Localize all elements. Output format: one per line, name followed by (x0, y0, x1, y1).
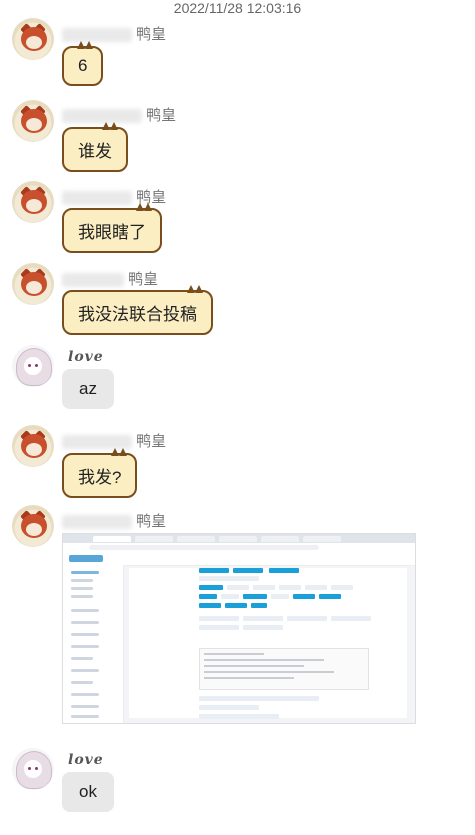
cat-avatar[interactable] (12, 425, 54, 467)
message-bubble[interactable]: 我发? (62, 448, 138, 498)
cat-ear-decoration (111, 448, 128, 457)
logo (69, 555, 103, 562)
cat-ear-decoration (136, 203, 152, 212)
cat-avatar[interactable] (12, 505, 54, 547)
upload-form (129, 568, 407, 719)
message-text: 我眼瞎了 (78, 223, 146, 242)
redacted-name (62, 28, 132, 43)
cat-ear-decoration (102, 122, 118, 131)
anime-girl-avatar[interactable] (12, 748, 54, 790)
sidebar (63, 565, 124, 723)
message-bubble[interactable]: az (62, 369, 114, 409)
message-bubble[interactable]: 6 (62, 41, 104, 86)
browser-tabs (63, 534, 415, 543)
message-bubble[interactable]: ok (62, 772, 114, 812)
message-text: 谁发 (78, 142, 112, 161)
cat-avatar[interactable] (12, 181, 54, 223)
app-header (63, 552, 415, 566)
redacted-name (62, 515, 132, 530)
screenshot-image-message[interactable] (62, 533, 416, 724)
message-text: az (79, 379, 97, 398)
message-text: 我没法联合投稿 (78, 305, 197, 324)
chat-timestamp: 2022/11/28 12:03:16 (173, 0, 302, 16)
sender-name: 鸭皇 (62, 268, 158, 289)
message-text: 6 (78, 56, 88, 75)
redacted-name (62, 109, 142, 124)
sender-name: love (68, 752, 104, 768)
sender-name: 鸭皇 (62, 510, 166, 531)
redacted-name (62, 435, 132, 450)
cat-avatar[interactable] (12, 263, 54, 305)
redacted-name (62, 191, 132, 206)
message-bubble[interactable]: 我眼瞎了 (62, 203, 162, 253)
sender-name: love (68, 349, 104, 365)
message-bubble[interactable]: 谁发 (62, 122, 128, 172)
description-textarea (199, 648, 369, 690)
cat-avatar[interactable] (12, 100, 54, 142)
sender-name: 鸭皇 (62, 104, 176, 125)
cat-avatar[interactable] (12, 18, 54, 60)
message-text: ok (79, 782, 97, 801)
message-bubble[interactable]: 我没法联合投稿 (62, 285, 213, 335)
cat-ear-decoration (77, 41, 94, 50)
cat-ear-decoration (187, 285, 203, 294)
message-text: 我发? (78, 468, 122, 487)
anime-girl-avatar[interactable] (12, 345, 54, 387)
redacted-name (62, 273, 124, 288)
